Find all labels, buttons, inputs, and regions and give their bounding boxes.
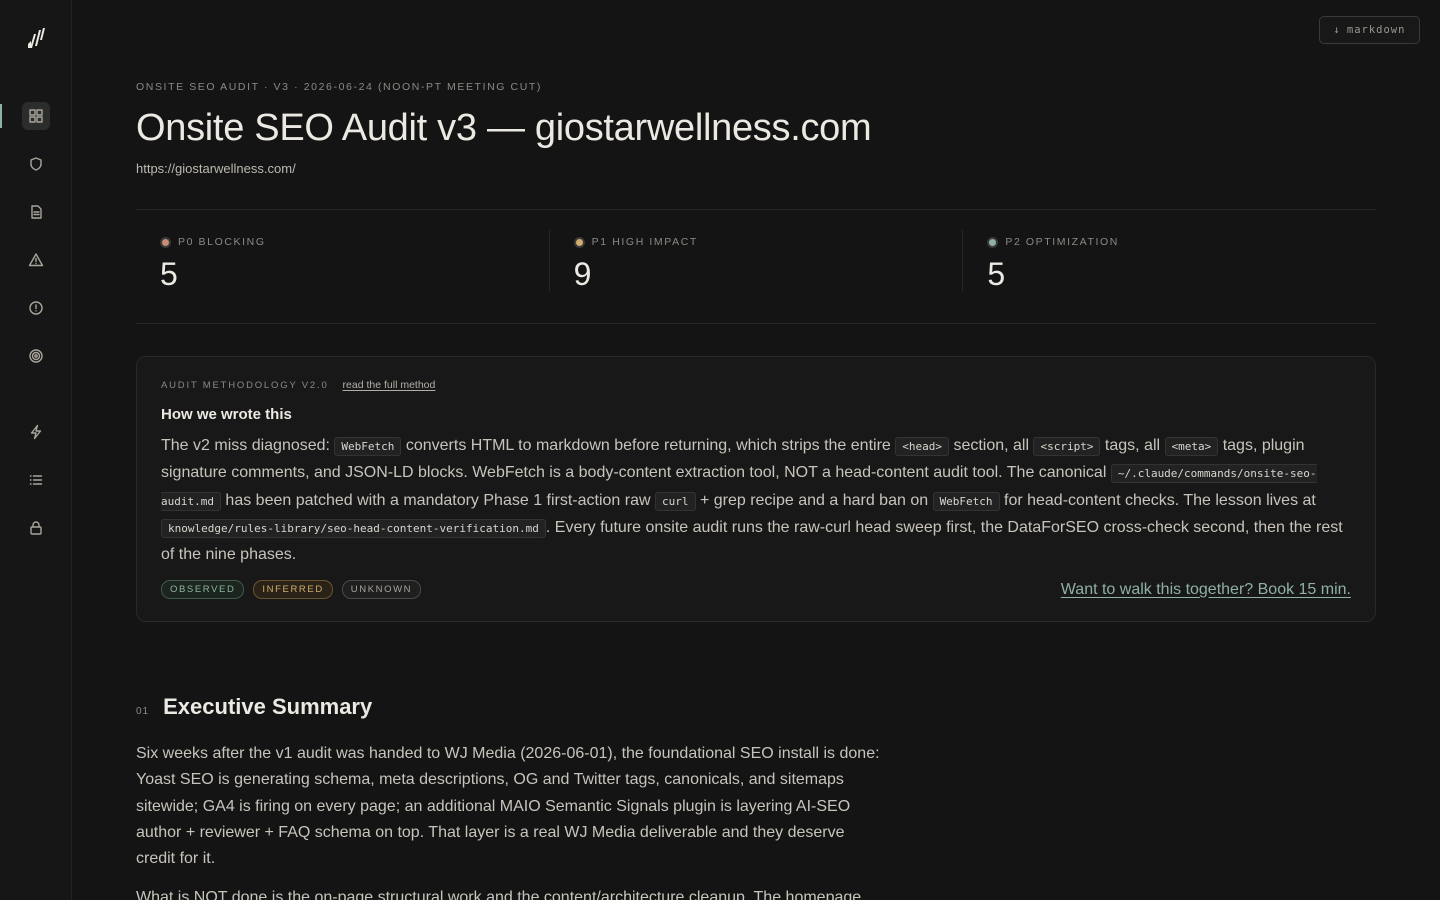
inline-code: <head> [895, 437, 949, 456]
body-text: for head-content checks. The lesson live… [999, 491, 1316, 509]
sidebar-item-warnings[interactable] [0, 236, 72, 284]
bolt-icon [30, 424, 42, 440]
sidebar-item-actions[interactable] [0, 408, 72, 456]
sidebar-item-overview[interactable] [0, 92, 72, 140]
summary-paragraph: Six weeks after the v1 audit was handed … [136, 745, 880, 868]
sidebar-item-security[interactable] [0, 140, 72, 188]
warning-icon [28, 253, 44, 267]
tag-inferred: INFERRED [253, 580, 333, 599]
inline-code: <script> [1033, 437, 1101, 456]
summary-paragraph: What is NOT done is the on-page structur… [136, 889, 862, 900]
inline-code: WebFetch [932, 491, 1000, 511]
section-number: 01 [136, 706, 150, 717]
download-markdown-button[interactable]: ↓ markdown [1319, 16, 1420, 44]
executive-summary-body: Six weeks after the v1 audit was handed … [136, 741, 888, 900]
site-url: https://giostarwellness.com/ [136, 161, 296, 176]
inline-code: WebFetch [334, 437, 402, 456]
body-text: The v2 miss diagnosed: [161, 437, 335, 454]
p1-status-dot [573, 236, 585, 248]
stat-p0: P0 BLOCKING 5 [136, 210, 549, 323]
lock-icon [30, 521, 42, 535]
read-method-link[interactable]: read the full method [343, 379, 436, 391]
methodology-card: AUDIT METHODOLOGY V2.0 read the full met… [136, 356, 1376, 622]
body-text: has been patched with a mandatory Phase … [220, 491, 655, 509]
sidebar-item-documents[interactable] [0, 188, 72, 236]
sidebar-item-info[interactable] [0, 284, 72, 332]
shield-icon [30, 157, 42, 171]
stat-p1-label: P1 HIGH IMPACT [591, 236, 698, 248]
section-header: 01 Executive Summary [136, 694, 372, 720]
evidence-tags: OBSERVED INFERRED UNKNOWN [161, 580, 422, 599]
page-eyebrow: ONSITE SEO AUDIT · V3 · 2026-06-24 (NOON… [136, 81, 543, 93]
stat-p2-label: P2 OPTIMIZATION [1005, 236, 1119, 248]
stat-p0-label: P0 BLOCKING [178, 236, 266, 248]
book-call-link[interactable]: Want to walk this together? Book 15 min. [1061, 581, 1351, 599]
sidebar-item-locked[interactable] [0, 504, 72, 552]
tag-observed: OBSERVED [161, 580, 245, 599]
methodology-title: How we wrote this [161, 406, 292, 423]
section-title: Executive Summary [163, 694, 373, 719]
logo-icon[interactable] [26, 26, 46, 50]
target-icon [29, 349, 43, 363]
body-text: + grep recipe and a hard ban on [695, 491, 933, 509]
page-title: Onsite SEO Audit v3 — giostarwellness.co… [136, 107, 872, 149]
stat-p2-value: 5 [987, 256, 1006, 292]
body-text: section, all [949, 437, 1034, 454]
stat-p0-value: 5 [160, 256, 178, 292]
stat-p2: P2 OPTIMIZATION 5 [962, 230, 1376, 292]
stat-p1-value: 9 [573, 256, 592, 292]
download-markdown-label: markdown [1346, 24, 1406, 36]
inline-code: curl [655, 491, 696, 511]
tag-unknown: UNKNOWN [341, 580, 422, 599]
app-root: ↓ markdown ONSITE SEO AUDIT · V3 · 2026-… [0, 0, 1440, 900]
download-arrow-icon: ↓ [1333, 24, 1341, 36]
inline-code: <meta> [1164, 437, 1219, 456]
stat-p1: P1 HIGH IMPACT 9 [548, 230, 963, 292]
body-text: tags, all [1100, 437, 1165, 454]
severity-stats: P0 BLOCKING 5 P1 HIGH IMPACT 9 P2 OPTIMI… [136, 209, 1376, 324]
sidebar [0, 0, 72, 900]
methodology-eyebrow: AUDIT METHODOLOGY V2.0 [161, 379, 329, 391]
list-icon [29, 475, 43, 485]
sidebar-item-targets[interactable] [0, 332, 72, 380]
document-icon [31, 205, 42, 219]
sidebar-item-list[interactable] [0, 456, 72, 504]
p0-status-dot [160, 236, 171, 248]
grid-icon [29, 109, 43, 123]
methodology-body: The v2 miss diagnosed: WebFetch converts… [161, 433, 1353, 568]
p2-status-dot [987, 236, 999, 248]
body-text: converts HTML to markdown before returni… [401, 437, 896, 454]
info-icon [29, 301, 43, 315]
inline-code: knowledge/rules-library/seo-head-content… [161, 518, 546, 538]
